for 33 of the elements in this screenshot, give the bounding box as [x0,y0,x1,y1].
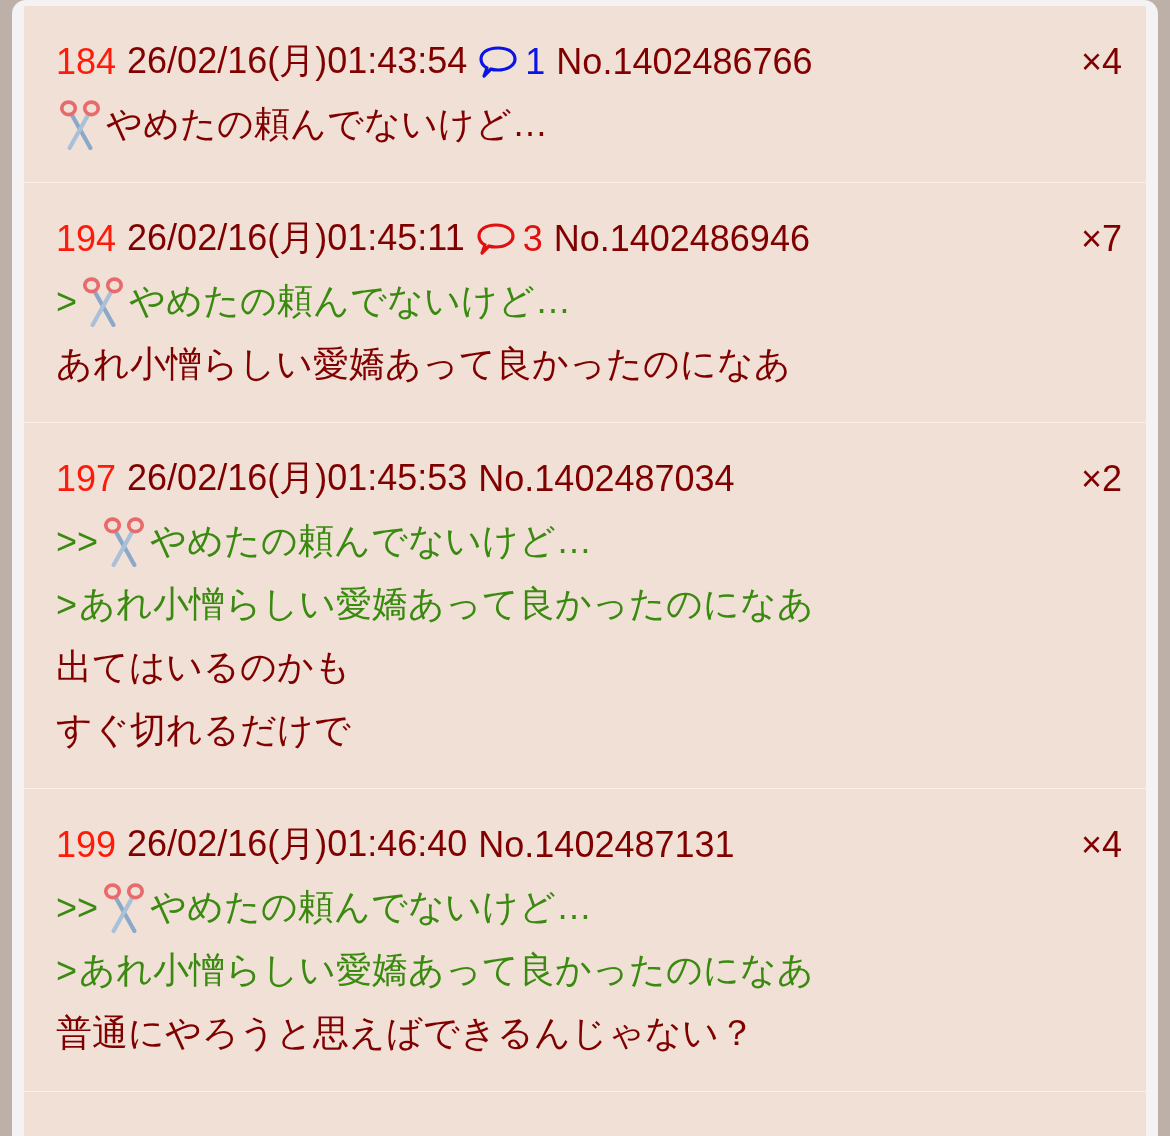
quote-mark: > [56,583,78,626]
quoted-text: やめたの頼んでないけど… [150,885,593,929]
quote-mark: >> [56,886,99,929]
quoted-text: やめたの頼んでないけど… [129,279,572,323]
post-text: 出てはいるのかも [56,645,351,689]
post-id: No.1402486946 [553,217,810,260]
reply-count[interactable]: 1 [525,40,546,83]
post-date: 26/02/16(月)01:45:11 [127,216,465,260]
post-date: 26/02/16(月)01:45:53 [127,456,468,500]
like-count[interactable]: ×4 [1080,40,1122,83]
quote-mark: > [56,280,78,323]
post-id: No.1402486766 [556,40,813,83]
reply-count[interactable]: 3 [522,217,543,260]
post-id: No.1402487131 [478,823,735,866]
quoted-text: あれ小憎らしい愛嬌あって良かったのになあ [79,582,815,626]
quote-mark: >> [56,520,99,563]
quoted-text: やめたの頼んでないけど… [150,519,593,563]
post-date: 26/02/16(月)01:46:40 [127,822,468,866]
post-text: 普通にやろうと思えばできるんじゃない？ [56,1011,755,1055]
post-id: No.1402487034 [478,457,735,500]
like-count[interactable]: ×2 [1080,457,1122,500]
quoted-text: あれ小憎らしい愛嬌あって良かったのになあ [79,948,815,992]
post-number: 199 [56,823,117,866]
post-text: あれ小憎らしい愛嬌あって良かったのになあ [56,342,791,386]
post-number: 194 [56,217,117,260]
post-text: すぐ切れるだけで [56,708,351,752]
post-number: 184 [56,40,117,83]
post-text: やめたの頼んでないけど… [106,102,548,146]
post-date: 26/02/16(月)01:43:54 [127,39,468,83]
quote-mark: > [56,949,78,992]
like-count[interactable]: ×4 [1080,823,1122,866]
post-number: 197 [56,457,117,500]
like-count[interactable]: ×7 [1080,217,1122,260]
